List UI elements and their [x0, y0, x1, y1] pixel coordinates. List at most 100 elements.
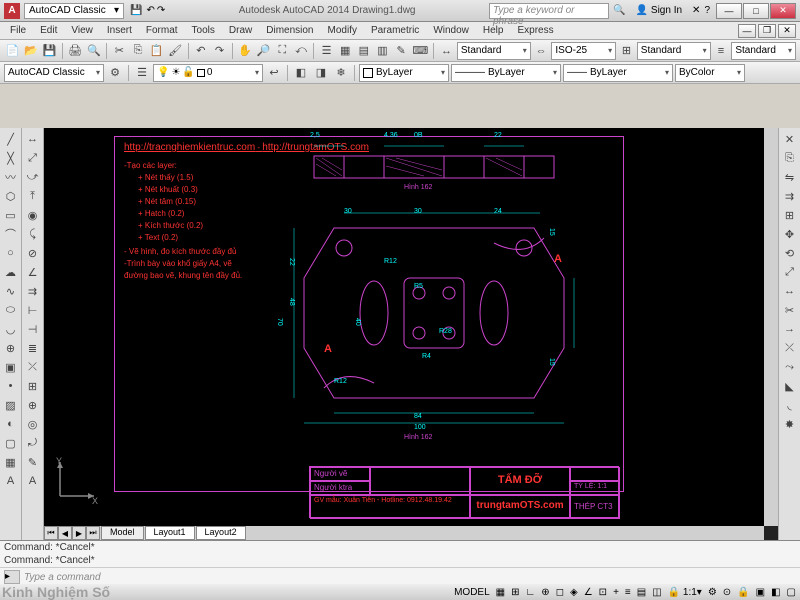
tab-layout2[interactable]: Layout2: [196, 526, 246, 540]
circle-icon[interactable]: ○: [2, 244, 20, 262]
open-icon[interactable]: 📂: [23, 42, 40, 60]
tab-prev-icon[interactable]: ◀: [58, 526, 72, 540]
zoom-win-icon[interactable]: ⛶: [274, 42, 291, 60]
status-toolbar-icon[interactable]: 🔒: [737, 587, 749, 598]
status-ducs-icon[interactable]: ⊡: [599, 587, 607, 598]
rectangle-icon[interactable]: ▭: [2, 206, 20, 224]
break-icon[interactable]: ⤫: [781, 339, 799, 357]
dimspace-icon[interactable]: ≣: [24, 339, 42, 357]
properties-icon[interactable]: ☰: [318, 42, 335, 60]
mlstyle-dropdown[interactable]: Standard▾: [731, 42, 796, 60]
workspace-dropdown[interactable]: AutoCAD Classic ▾: [24, 3, 124, 19]
explode-icon[interactable]: ✸: [781, 415, 799, 433]
chamfer-icon[interactable]: ◣: [781, 377, 799, 395]
menu-draw[interactable]: Draw: [223, 24, 258, 37]
hatch-icon[interactable]: ▨: [2, 396, 20, 414]
save-icon[interactable]: 💾: [41, 42, 58, 60]
menu-file[interactable]: File: [4, 24, 32, 37]
dimang-icon[interactable]: ∠: [24, 263, 42, 281]
scale-icon[interactable]: ⤢: [781, 263, 799, 281]
dimstyle-icon[interactable]: ↔: [438, 42, 455, 60]
region-icon[interactable]: ▢: [2, 434, 20, 452]
revcloud-icon[interactable]: ☁: [2, 263, 20, 281]
tab-model[interactable]: Model: [101, 526, 144, 540]
doc-close-button[interactable]: ✕: [778, 24, 796, 38]
status-ws-icon[interactable]: ⊙: [723, 587, 731, 598]
mlstyle-icon[interactable]: ≡: [713, 42, 730, 60]
ellipse-icon[interactable]: ⬭: [2, 301, 20, 319]
status-scale[interactable]: 🔒 1:1▾: [668, 587, 702, 598]
status-ortho-icon[interactable]: ∟: [526, 587, 536, 598]
tolerance-icon[interactable]: ⊞: [24, 377, 42, 395]
status-polar-icon[interactable]: ⊕: [541, 587, 549, 598]
layer-dropdown[interactable]: 💡☀🔓0 ▾: [153, 64, 263, 82]
status-3dosnap-icon[interactable]: ◈: [570, 587, 578, 598]
qdim-icon[interactable]: ⇉: [24, 282, 42, 300]
extend-icon[interactable]: →: [781, 320, 799, 338]
status-otrack-icon[interactable]: ∠: [584, 587, 593, 598]
minimize-button[interactable]: —: [716, 3, 742, 19]
menu-help[interactable]: Help: [477, 24, 510, 37]
plotstyle-dropdown[interactable]: ByColor▾: [675, 64, 745, 82]
menu-dimension[interactable]: Dimension: [260, 24, 319, 37]
rotate-icon[interactable]: ⟲: [781, 244, 799, 262]
maximize-button[interactable]: □: [743, 3, 769, 19]
polygon-icon[interactable]: ⬡: [2, 187, 20, 205]
dimstyle2-icon[interactable]: ⇔: [533, 42, 550, 60]
array-icon[interactable]: ⊞: [781, 206, 799, 224]
ellipsearc-icon[interactable]: ◡: [2, 320, 20, 338]
textstyle-dropdown[interactable]: Standard▾: [457, 42, 531, 60]
tab-layout1[interactable]: Layout1: [145, 526, 195, 540]
tablestyle-dropdown[interactable]: Standard▾: [637, 42, 711, 60]
dimjogline-icon[interactable]: ⤾: [24, 434, 42, 452]
status-qp-icon[interactable]: ▤: [637, 587, 646, 598]
menu-view[interactable]: View: [65, 24, 99, 37]
dimstyle-dropdown[interactable]: ISO-25▾: [551, 42, 616, 60]
copy2-icon[interactable]: ⎘: [781, 149, 799, 167]
stretch-icon[interactable]: ↔: [781, 282, 799, 300]
menu-edit[interactable]: Edit: [34, 24, 63, 37]
cmd-prompt-icon[interactable]: ▸: [4, 570, 20, 584]
scrollbar-vertical[interactable]: [764, 128, 778, 526]
status-grid-icon[interactable]: ▦: [496, 587, 505, 598]
qat-undo-icon[interactable]: ↶: [146, 5, 154, 16]
tab-last-icon[interactable]: ⏭: [86, 526, 100, 540]
mirror-icon[interactable]: ⇋: [781, 168, 799, 186]
status-annomon-icon[interactable]: ⚙: [708, 587, 717, 598]
status-osnap-icon[interactable]: ◻: [556, 587, 564, 598]
menu-express[interactable]: Express: [511, 24, 559, 37]
dimjog-icon[interactable]: ⤹: [24, 225, 42, 243]
drawing-canvas[interactable]: http://tracnghiemkientruc.com - http://t…: [44, 128, 764, 526]
layer-off-icon[interactable]: ◨: [312, 64, 330, 82]
layer-props-icon[interactable]: ☰: [133, 64, 151, 82]
command-input[interactable]: Type a command: [24, 572, 796, 583]
point-icon[interactable]: •: [2, 377, 20, 395]
menu-format[interactable]: Format: [140, 24, 184, 37]
dimedit-icon[interactable]: ✎: [24, 453, 42, 471]
doc-restore-button[interactable]: ❐: [758, 24, 776, 38]
line-icon[interactable]: ╱: [2, 130, 20, 148]
new-icon[interactable]: 📄: [4, 42, 21, 60]
redo-icon[interactable]: ↷: [211, 42, 228, 60]
plot-icon[interactable]: 🖨: [67, 42, 84, 60]
mtext-icon[interactable]: A: [2, 472, 20, 490]
markup-icon[interactable]: ✎: [393, 42, 410, 60]
undo-icon[interactable]: ↶: [193, 42, 210, 60]
zoom-icon[interactable]: 🔎: [255, 42, 272, 60]
insert-icon[interactable]: ⊕: [2, 339, 20, 357]
dimbreak-icon[interactable]: ⤫: [24, 358, 42, 376]
dimlinear-icon[interactable]: ↔: [24, 130, 42, 148]
move-icon[interactable]: ✥: [781, 225, 799, 243]
dimaligned-icon[interactable]: ⤢: [24, 149, 42, 167]
status-hardware-icon[interactable]: ▣: [756, 587, 765, 598]
pline-icon[interactable]: 〰: [2, 168, 20, 186]
dimrad-icon[interactable]: ◉: [24, 206, 42, 224]
join-icon[interactable]: ⤳: [781, 358, 799, 376]
layer-iso-icon[interactable]: ◧: [292, 64, 310, 82]
erase-icon[interactable]: ✕: [781, 130, 799, 148]
cut-icon[interactable]: ✂: [111, 42, 128, 60]
copy-icon[interactable]: ⎘: [130, 42, 147, 60]
xline-icon[interactable]: ╳: [2, 149, 20, 167]
close-button[interactable]: ✕: [770, 3, 796, 19]
sign-in-button[interactable]: 👤 Sign In: [635, 5, 682, 16]
